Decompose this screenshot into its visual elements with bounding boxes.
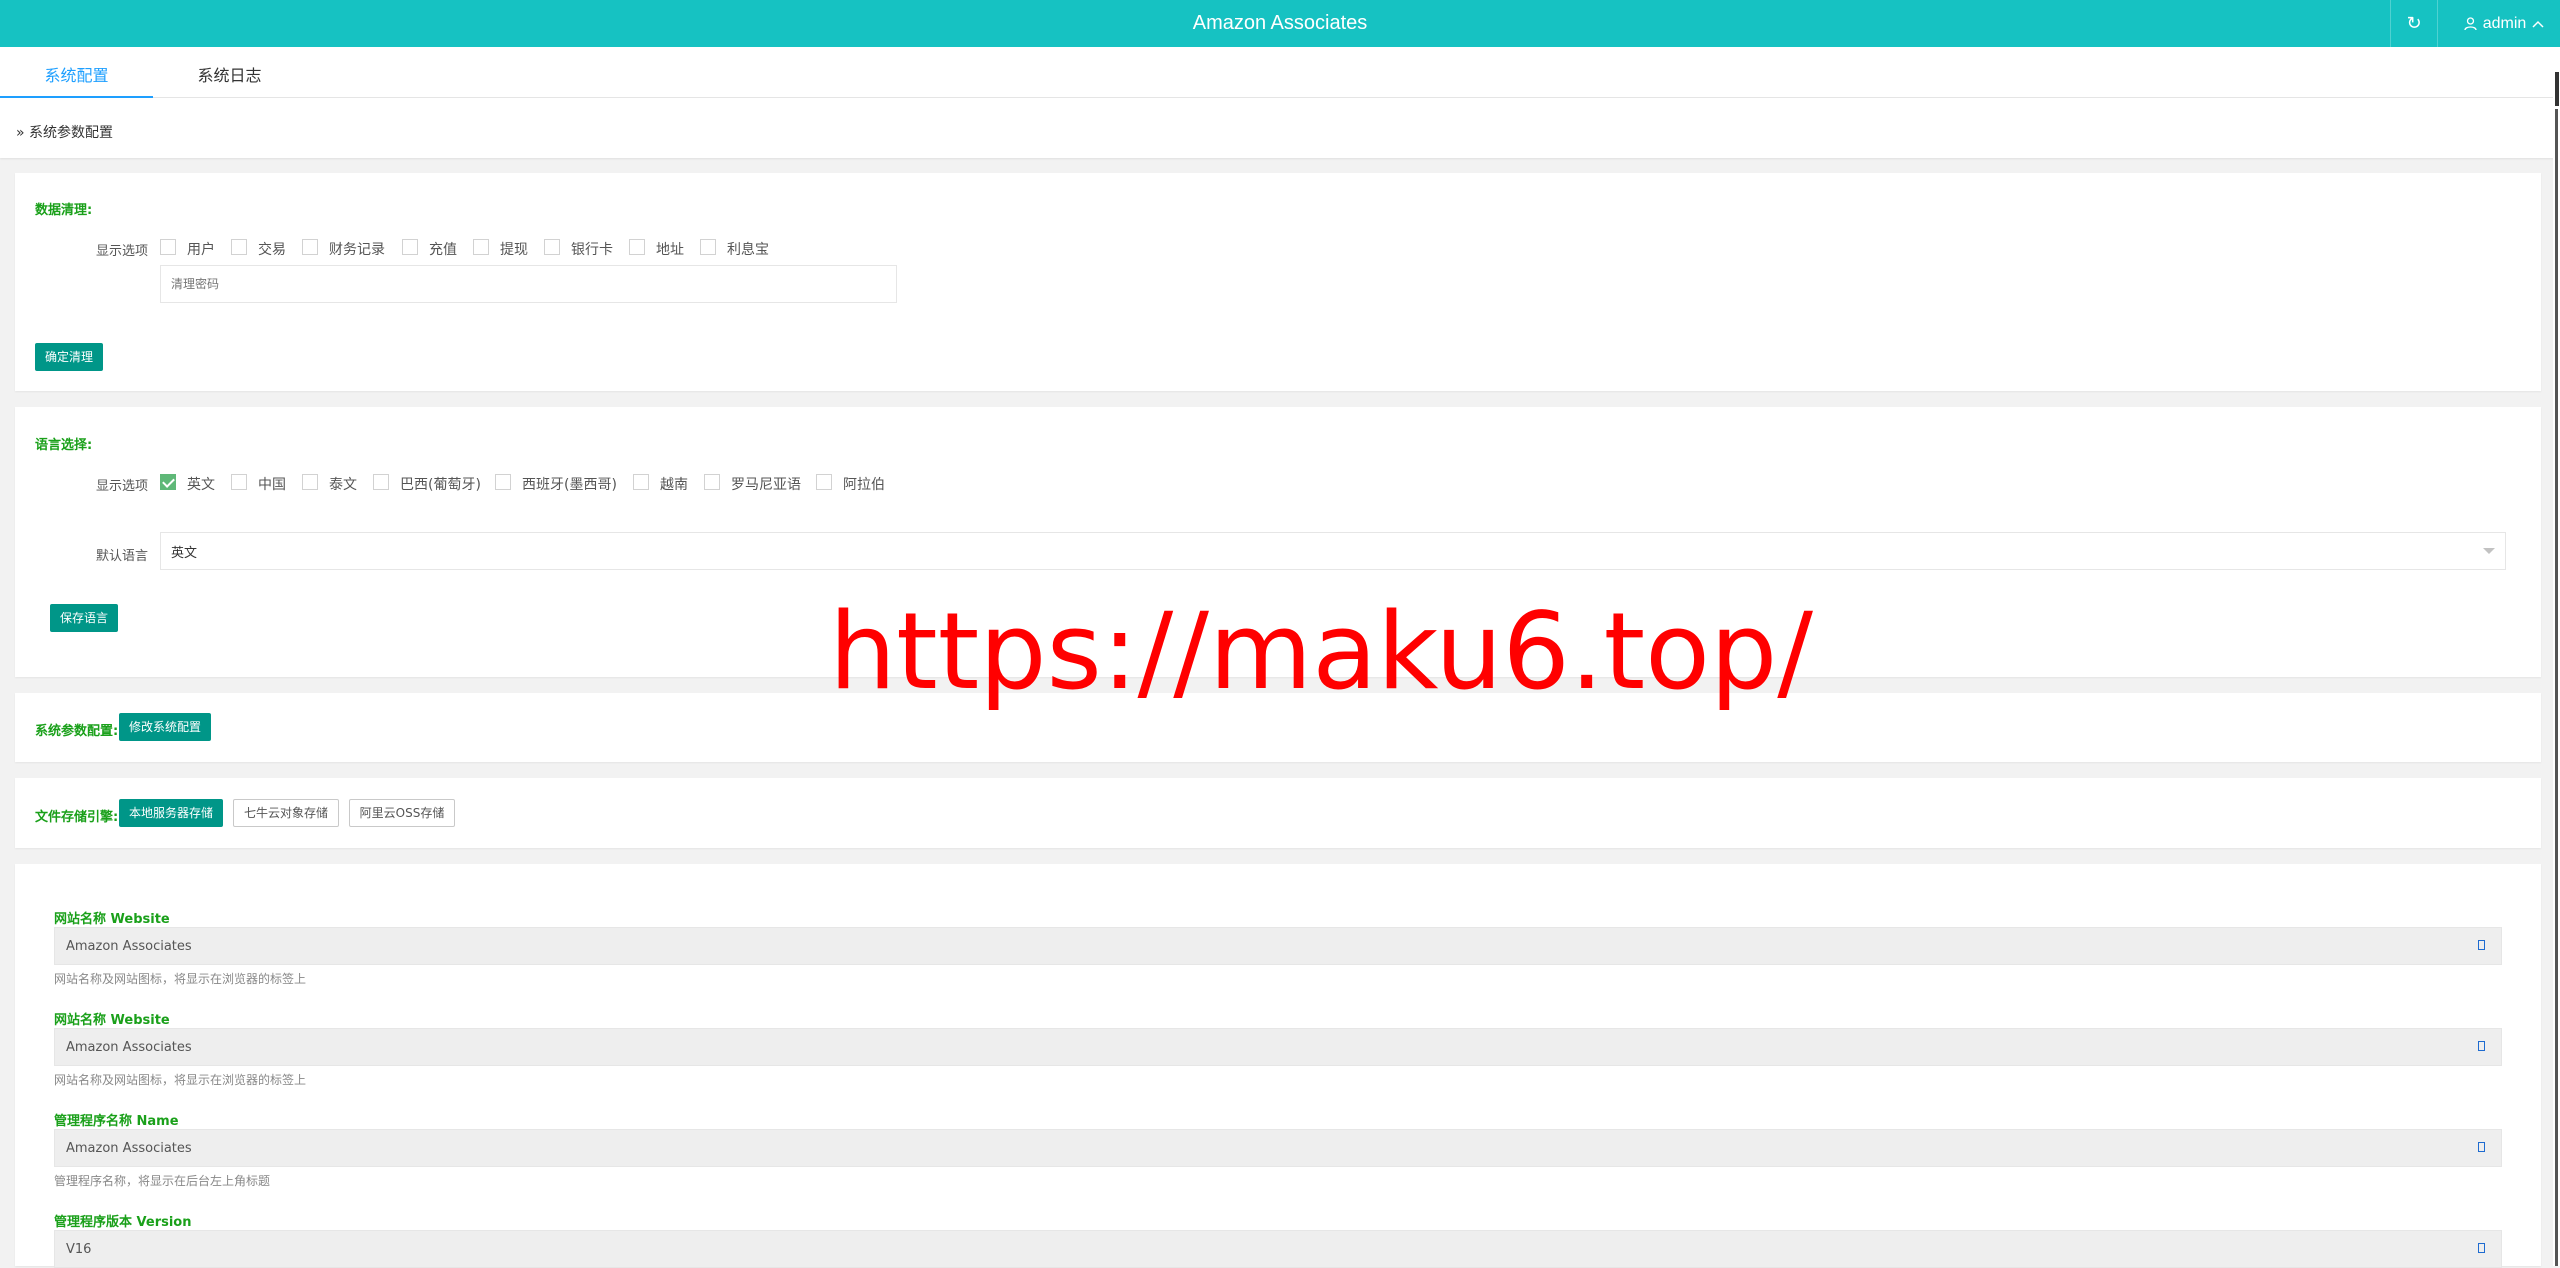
refresh-button[interactable]: ↻ bbox=[2390, 0, 2438, 47]
checkbox-label: 泰文 bbox=[329, 477, 357, 493]
checkbox-label: 利息宝 bbox=[727, 242, 769, 258]
checkbox-bankcard[interactable] bbox=[544, 239, 560, 255]
checkbox-english[interactable] bbox=[160, 474, 176, 490]
tab-bar: 系统配置 系统日志 bbox=[0, 47, 2560, 98]
checkbox-romanian[interactable] bbox=[704, 474, 720, 490]
checkbox-label: 阿拉伯 bbox=[843, 477, 885, 493]
checkbox-portuguese[interactable] bbox=[373, 474, 389, 490]
checkbox-label: 地址 bbox=[656, 242, 684, 258]
checkbox-finance[interactable] bbox=[302, 239, 318, 255]
storage-engine-title: 文件存储引擎: bbox=[35, 810, 119, 825]
clear-password-input[interactable] bbox=[160, 265, 897, 303]
field-title: 网站名称 Website bbox=[54, 912, 170, 927]
checkbox-trade[interactable] bbox=[231, 239, 247, 255]
site-name-input[interactable]: Amazon Associates bbox=[54, 927, 2502, 965]
checkbox-label: 提现 bbox=[500, 242, 528, 258]
field-value: Amazon Associates bbox=[66, 1140, 192, 1156]
language-title: 语言选择: bbox=[35, 438, 93, 453]
edit-icon[interactable] bbox=[2478, 1243, 2485, 1253]
edit-icon[interactable] bbox=[2478, 940, 2485, 950]
storage-qiniu-button[interactable]: 七牛云对象存储 bbox=[233, 799, 339, 827]
language-options-label: 显示选项 bbox=[96, 479, 149, 494]
chevron-up-icon bbox=[2532, 20, 2544, 28]
edit-icon[interactable] bbox=[2478, 1041, 2485, 1051]
field-hint: 管理程序名称，将显示在后台左上角标题 bbox=[54, 1174, 271, 1188]
app-version-input[interactable]: V16 bbox=[54, 1230, 2502, 1268]
data-clear-title: 数据清理: bbox=[35, 203, 93, 218]
field-value: V16 bbox=[66, 1241, 92, 1257]
chevron-down-icon bbox=[2483, 548, 2495, 554]
language-card: 语言选择: 显示选项 英文 中国 泰文 巴西(葡萄牙) 西班牙(墨西哥) 越南 … bbox=[15, 407, 2541, 677]
field-hint: 网站名称及网站图标，将显示在浏览器的标签上 bbox=[54, 1073, 307, 1087]
field-title: 管理程序版本 Version bbox=[54, 1215, 192, 1230]
checkbox-label: 越南 bbox=[660, 477, 688, 493]
scrollbar-rail[interactable] bbox=[2555, 109, 2558, 1266]
edit-system-config-button[interactable]: 修改系统配置 bbox=[119, 713, 211, 741]
field-value: Amazon Associates bbox=[66, 1039, 192, 1055]
checkbox-label: 用户 bbox=[187, 242, 215, 258]
checkbox-arabic[interactable] bbox=[816, 474, 832, 490]
scrollbar-thumb[interactable] bbox=[2555, 72, 2559, 106]
checkbox-spanish[interactable] bbox=[495, 474, 511, 490]
app-title: Amazon Associates bbox=[1192, 12, 1368, 34]
checkbox-label: 巴西(葡萄牙) bbox=[400, 477, 481, 493]
breadcrumb: » 系统参数配置 bbox=[0, 98, 2560, 158]
user-name: admin bbox=[2482, 14, 2527, 32]
default-language-select[interactable]: 英文 bbox=[160, 532, 2506, 570]
checkbox-chinese[interactable] bbox=[231, 474, 247, 490]
system-params-title: 系统参数配置: bbox=[35, 724, 119, 739]
checkbox-label: 银行卡 bbox=[571, 242, 613, 258]
site-settings-card: 网站名称 Website Amazon Associates 网站名称及网站图标… bbox=[15, 864, 2541, 1268]
checkbox-recharge[interactable] bbox=[402, 239, 418, 255]
edit-icon[interactable] bbox=[2478, 1142, 2485, 1152]
site-name-input-2[interactable]: Amazon Associates bbox=[54, 1028, 2502, 1066]
field-value: Amazon Associates bbox=[66, 938, 192, 954]
default-language-value: 英文 bbox=[171, 545, 198, 561]
storage-engine-card: 文件存储引擎: 本地服务器存储 七牛云对象存储 阿里云OSS存储 bbox=[15, 778, 2541, 848]
checkbox-label: 西班牙(墨西哥) bbox=[522, 477, 617, 493]
checkbox-address[interactable] bbox=[629, 239, 645, 255]
data-clear-card: 数据清理: 显示选项 用户 交易 财务记录 充值 提现 银行卡 地址 利息宝 确… bbox=[15, 173, 2541, 391]
top-bar: Amazon Associates ↻ admin bbox=[0, 0, 2560, 47]
field-title: 管理程序名称 Name bbox=[54, 1114, 179, 1129]
checkbox-thai[interactable] bbox=[302, 474, 318, 490]
checkbox-label: 罗马尼亚语 bbox=[731, 477, 801, 493]
user-icon bbox=[2464, 16, 2477, 30]
confirm-clear-button[interactable]: 确定清理 bbox=[35, 343, 103, 371]
tab-system-config[interactable]: 系统配置 bbox=[0, 47, 153, 98]
checkbox-label: 中国 bbox=[258, 477, 286, 493]
tab-system-log[interactable]: 系统日志 bbox=[153, 47, 306, 96]
checkbox-withdraw[interactable] bbox=[473, 239, 489, 255]
user-menu[interactable]: admin bbox=[2448, 0, 2560, 47]
refresh-icon: ↻ bbox=[2406, 13, 2422, 34]
checkbox-label: 英文 bbox=[187, 477, 215, 493]
app-name-input[interactable]: Amazon Associates bbox=[54, 1129, 2502, 1167]
checkbox-label: 财务记录 bbox=[329, 242, 385, 258]
default-language-label: 默认语言 bbox=[96, 549, 149, 564]
breadcrumb-text: » 系统参数配置 bbox=[16, 125, 114, 141]
checkbox-vietnamese[interactable] bbox=[633, 474, 649, 490]
data-clear-options-label: 显示选项 bbox=[96, 244, 149, 259]
field-hint: 网站名称及网站图标，将显示在浏览器的标签上 bbox=[54, 972, 307, 986]
checkbox-label: 充值 bbox=[429, 242, 457, 258]
save-language-button[interactable]: 保存语言 bbox=[50, 604, 118, 632]
checkbox-interest[interactable] bbox=[700, 239, 716, 255]
checkbox-user[interactable] bbox=[160, 239, 176, 255]
storage-aliyun-oss-button[interactable]: 阿里云OSS存储 bbox=[349, 799, 455, 827]
storage-local-button[interactable]: 本地服务器存储 bbox=[119, 799, 223, 827]
field-title: 网站名称 Website bbox=[54, 1013, 170, 1028]
system-params-card: 系统参数配置: 修改系统配置 bbox=[15, 693, 2541, 762]
checkbox-label: 交易 bbox=[258, 242, 286, 258]
